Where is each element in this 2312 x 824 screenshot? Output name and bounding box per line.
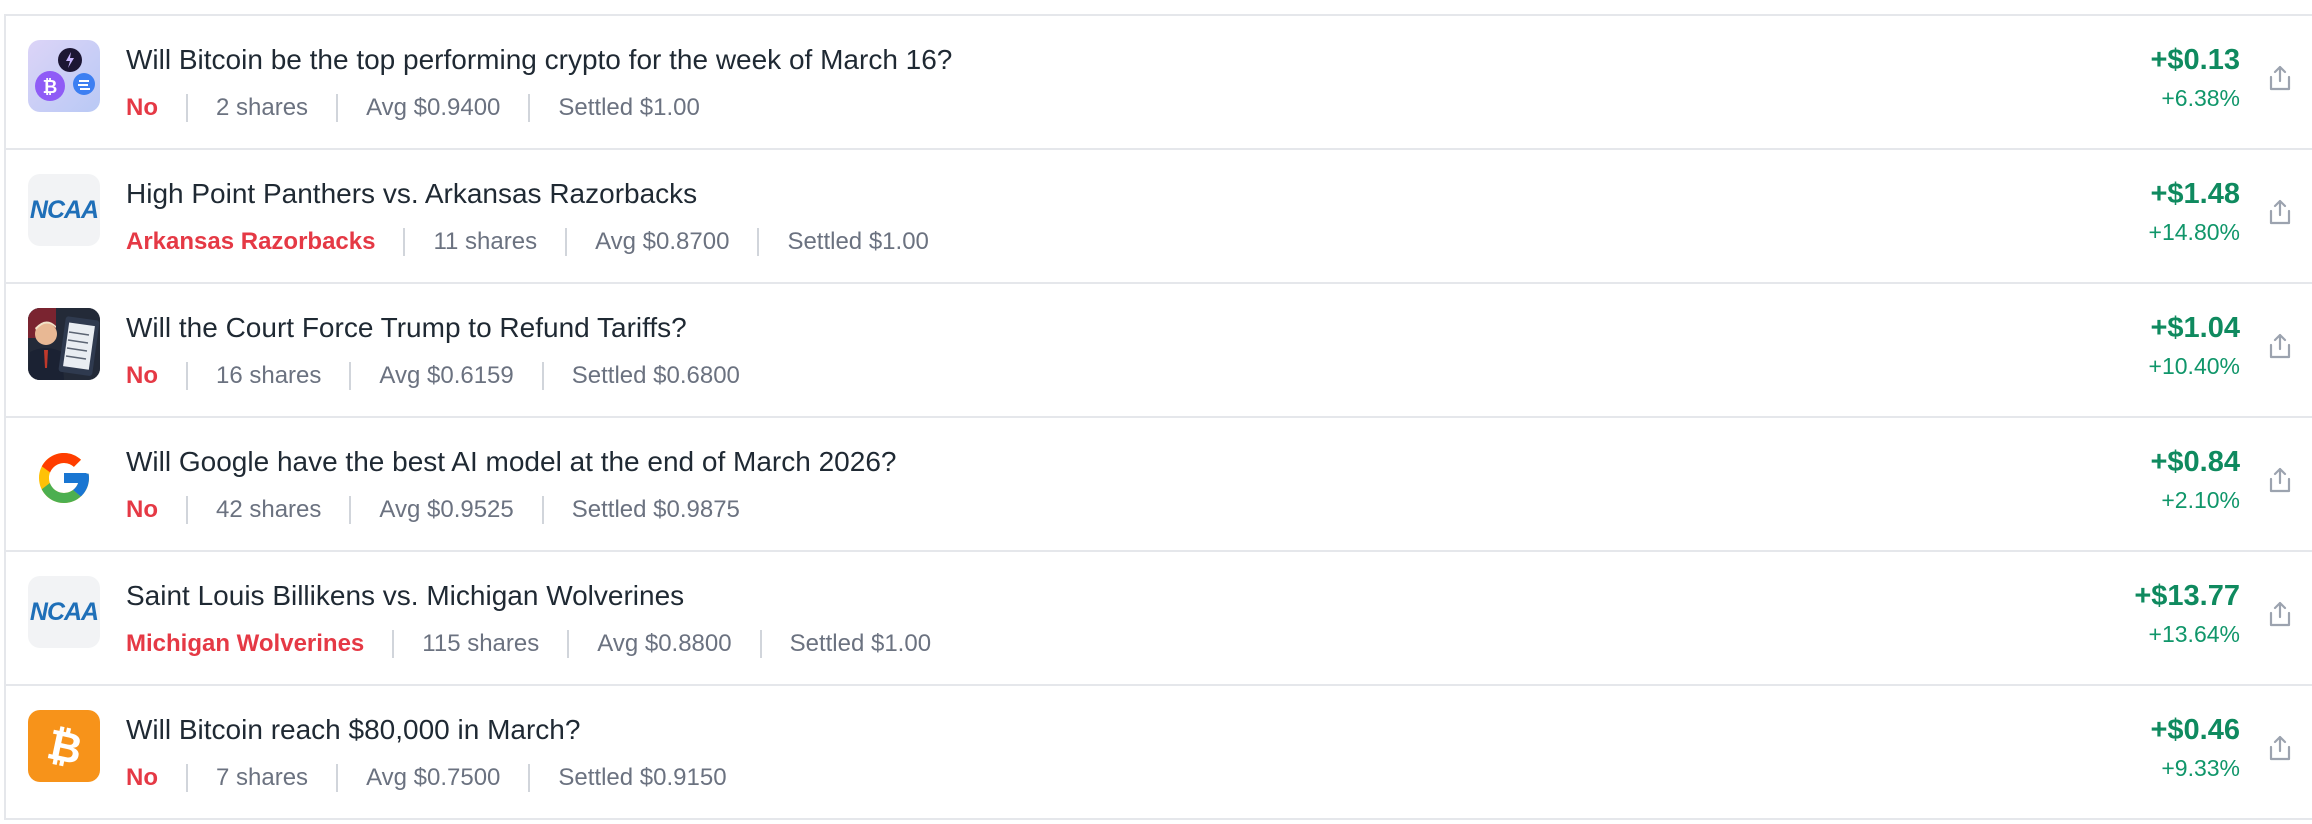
divider xyxy=(336,764,339,792)
outcome-label: No xyxy=(126,94,158,121)
divider xyxy=(759,630,762,658)
crypto-coins-icon: ₿ xyxy=(28,40,100,112)
avg-price: Avg $0.9525 xyxy=(379,496,514,523)
position-row[interactable]: NCAA High Point Panthers vs. Arkansas Ra… xyxy=(6,150,2312,284)
pnl-block: +$1.04 +10.40% xyxy=(2149,310,2240,382)
divider xyxy=(567,630,570,658)
share-icon[interactable] xyxy=(2262,60,2298,96)
position-meta: No 7 shares Avg $0.7500 Settled $0.9150 xyxy=(126,764,727,792)
divider xyxy=(186,764,188,792)
market-title[interactable]: Will the Court Force Trump to Refund Tar… xyxy=(126,312,687,344)
pnl-amount: +$0.46 xyxy=(2150,714,2240,746)
divider xyxy=(392,630,395,658)
share-icon[interactable] xyxy=(2262,328,2298,364)
settled-price: Settled $0.6800 xyxy=(571,362,740,389)
position-row[interactable]: ₿ Will Bitcoin be the top performing cry… xyxy=(6,16,2312,150)
settled-price: Settled $1.00 xyxy=(789,630,932,657)
shares-count: 42 shares xyxy=(216,496,322,523)
position-row[interactable]: Will Google have the best AI model at th… xyxy=(6,418,2312,552)
shares-count: 2 shares xyxy=(216,94,309,121)
pnl-block: +$0.46 +9.33% xyxy=(2150,712,2240,784)
outcome-label: No xyxy=(126,764,158,791)
position-meta: No 16 shares Avg $0.6159 Settled $0.6800 xyxy=(126,362,740,390)
position-row[interactable]: NCAA Saint Louis Billikens vs. Michigan … xyxy=(6,552,2312,686)
position-meta: No 2 shares Avg $0.9400 Settled $1.00 xyxy=(126,94,700,122)
settled-price: Settled $0.9875 xyxy=(571,496,740,523)
shares-count: 16 shares xyxy=(216,362,322,389)
avg-price: Avg $0.8800 xyxy=(597,630,732,657)
avg-price: Avg $0.7500 xyxy=(366,764,501,791)
divider xyxy=(186,94,188,122)
divider xyxy=(349,496,352,524)
market-title[interactable]: Saint Louis Billikens vs. Michigan Wolve… xyxy=(126,580,684,612)
outcome-label: No xyxy=(126,496,158,523)
divider xyxy=(528,94,531,122)
share-icon[interactable] xyxy=(2262,462,2298,498)
market-title[interactable]: Will Bitcoin reach $80,000 in March? xyxy=(126,714,580,746)
outcome-label: Arkansas Razorbacks xyxy=(126,228,376,255)
pnl-amount: +$1.48 xyxy=(2150,178,2240,210)
position-meta: Arkansas Razorbacks 11 shares Avg $0.870… xyxy=(126,228,929,256)
divider xyxy=(565,228,568,256)
divider xyxy=(186,362,188,390)
pnl-block: +$0.13 +6.38% xyxy=(2150,42,2240,114)
pnl-percent: +13.64% xyxy=(2148,621,2240,647)
shares-count: 115 shares xyxy=(422,630,540,657)
pnl-block: +$0.84 +2.10% xyxy=(2150,444,2240,516)
pnl-percent: +6.38% xyxy=(2161,85,2240,111)
pnl-percent: +9.33% xyxy=(2161,755,2240,781)
avg-price: Avg $0.8700 xyxy=(595,228,730,255)
divider xyxy=(349,362,352,390)
pnl-amount: +$1.04 xyxy=(2150,312,2240,344)
divider xyxy=(403,228,406,256)
position-row[interactable]: ₿ Will Bitcoin reach $80,000 in March? N… xyxy=(6,686,2312,820)
settled-price: Settled $1.00 xyxy=(787,228,929,255)
bitcoin-logo: ₿ xyxy=(28,710,100,782)
share-icon[interactable] xyxy=(2262,194,2298,230)
svg-text:₿: ₿ xyxy=(43,77,58,98)
pnl-block: +$1.48 +14.80% xyxy=(2149,176,2240,248)
divider xyxy=(541,496,544,524)
positions-list: ₿ Will Bitcoin be the top performing cry… xyxy=(4,14,2312,820)
settled-price: Settled $0.9150 xyxy=(558,764,727,791)
divider xyxy=(757,228,760,256)
share-icon[interactable] xyxy=(2262,596,2298,632)
market-title[interactable]: Will Bitcoin be the top performing crypt… xyxy=(126,44,952,76)
market-title[interactable]: Will Google have the best AI model at th… xyxy=(126,446,896,478)
outcome-label: Michigan Wolverines xyxy=(126,630,365,657)
pnl-percent: +2.10% xyxy=(2161,487,2240,513)
pnl-amount: +$0.84 xyxy=(2150,446,2240,478)
pnl-amount: +$0.13 xyxy=(2150,44,2240,76)
svg-text:₿: ₿ xyxy=(43,719,87,774)
position-row[interactable]: Will the Court Force Trump to Refund Tar… xyxy=(6,284,2312,418)
pnl-percent: +10.40% xyxy=(2148,353,2240,379)
shares-count: 11 shares xyxy=(433,228,538,255)
pnl-amount: +$13.77 xyxy=(2134,580,2240,612)
pnl-block: +$13.77 +13.64% xyxy=(2134,578,2240,650)
position-meta: Michigan Wolverines 115 shares Avg $0.88… xyxy=(126,630,931,658)
google-logo xyxy=(28,442,100,514)
ncaa-logo: NCAA xyxy=(28,576,100,648)
trump-photo xyxy=(28,308,100,380)
ncaa-logo: NCAA xyxy=(28,174,100,246)
settled-price: Settled $1.00 xyxy=(558,94,700,121)
avg-price: Avg $0.9400 xyxy=(366,94,501,121)
position-meta: No 42 shares Avg $0.9525 Settled $0.9875 xyxy=(126,496,740,524)
avg-price: Avg $0.6159 xyxy=(379,362,514,389)
share-icon[interactable] xyxy=(2262,730,2298,766)
shares-count: 7 shares xyxy=(216,764,309,791)
divider xyxy=(528,764,531,792)
market-title[interactable]: High Point Panthers vs. Arkansas Razorba… xyxy=(126,178,697,210)
pnl-percent: +14.80% xyxy=(2148,219,2240,245)
divider xyxy=(336,94,339,122)
divider xyxy=(541,362,544,390)
outcome-label: No xyxy=(126,362,158,389)
divider xyxy=(186,496,188,524)
